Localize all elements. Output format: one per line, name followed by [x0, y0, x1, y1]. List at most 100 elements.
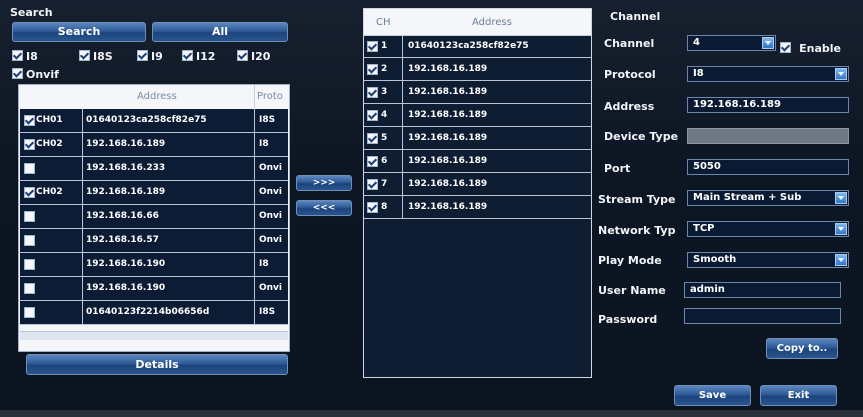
- address-input[interactable]: 192.168.16.189: [687, 97, 849, 113]
- protocol-filter-checkbox[interactable]: [12, 50, 23, 61]
- user-name-input[interactable]: admin: [684, 282, 841, 298]
- row-checkbox[interactable]: [24, 115, 35, 126]
- channel-row[interactable]: 2 192.168.16.189: [364, 58, 591, 81]
- row-address: 192.168.16.66: [86, 211, 159, 221]
- protocol-filter-2[interactable]: I9: [137, 45, 163, 64]
- row-checkbox[interactable]: [24, 139, 35, 150]
- protocol-filter-checkbox[interactable]: [137, 50, 148, 61]
- play-mode-select[interactable]: Smooth: [687, 252, 849, 268]
- row-divider: [254, 301, 255, 324]
- table-row[interactable]: 01640123f2214b06656d I8S: [20, 301, 288, 325]
- table-row[interactable]: 192.168.16.190 Onvi: [20, 277, 288, 301]
- table-row[interactable]: CH02 192.168.16.189 I8: [20, 133, 288, 157]
- port-input[interactable]: 5050: [687, 159, 849, 175]
- channel-row-checkbox[interactable]: [367, 64, 378, 75]
- channel-row[interactable]: 8 192.168.16.189: [364, 196, 591, 219]
- protocol-filter-3[interactable]: I12: [182, 45, 215, 64]
- channel-row[interactable]: 4 192.168.16.189: [364, 104, 591, 127]
- row-channel: [36, 229, 86, 252]
- row-divider: [82, 277, 83, 300]
- protocol-filter-checkbox[interactable]: [12, 68, 23, 79]
- channel-list: CH Address 1 01640123ca258cf82e75 2 192.168…: [363, 8, 592, 378]
- row-divider: [82, 301, 83, 324]
- channel-row-checkbox[interactable]: [367, 202, 378, 213]
- save-button[interactable]: Save: [674, 385, 751, 406]
- channel-row[interactable]: 6 192.168.16.189: [364, 150, 591, 173]
- all-button[interactable]: All: [152, 22, 288, 42]
- channel-row-checkbox[interactable]: [367, 41, 378, 52]
- remove-from-channel-button[interactable]: <<<: [296, 200, 352, 216]
- protocol-filter-checkbox[interactable]: [237, 50, 248, 61]
- row-address: 192.168.16.189: [86, 187, 166, 197]
- chevron-down-icon: [835, 68, 847, 80]
- row-channel: [36, 157, 86, 180]
- row-checkbox[interactable]: [24, 163, 35, 174]
- protocol-filter-4[interactable]: I20: [237, 45, 271, 64]
- protocol-filter-5[interactable]: Onvif: [12, 63, 59, 82]
- channel-select[interactable]: 4: [687, 35, 776, 51]
- channel-row[interactable]: 1 01640123ca258cf82e75: [364, 35, 591, 58]
- search-button[interactable]: Search: [12, 22, 146, 42]
- channel-row-checkbox[interactable]: [367, 156, 378, 167]
- row-divider: [82, 253, 83, 276]
- channel-row-number: 1: [381, 41, 388, 51]
- row-checkbox[interactable]: [24, 235, 35, 246]
- channel-row-number: 4: [381, 110, 388, 120]
- add-to-channel-button[interactable]: >>>: [296, 175, 352, 191]
- network-type-select[interactable]: TCP: [687, 221, 849, 237]
- row-channel: CH02: [36, 187, 63, 197]
- password-input[interactable]: [684, 308, 841, 324]
- row-divider: [402, 150, 403, 172]
- results-scrollbar[interactable]: [20, 331, 288, 340]
- stream-type-select[interactable]: Main Stream + Sub: [687, 190, 849, 206]
- play-mode-label: Play Mode: [598, 254, 662, 267]
- channel-row-number: 8: [381, 202, 388, 212]
- table-row[interactable]: 192.168.16.190 I8: [20, 253, 288, 277]
- row-divider: [402, 35, 403, 57]
- details-button[interactable]: Details: [26, 354, 288, 375]
- device-type-field: [687, 128, 849, 144]
- row-protocol: Onvi: [259, 187, 283, 197]
- channel-row-address: 01640123ca258cf82e75: [408, 41, 529, 51]
- protocol-select[interactable]: I8: [687, 66, 849, 82]
- channel-row-checkbox[interactable]: [367, 87, 378, 98]
- row-checkbox[interactable]: [24, 283, 35, 294]
- channel-header-ch: CH: [376, 17, 391, 28]
- row-address: 01640123ca258cf82e75: [86, 115, 207, 125]
- copy-to-button[interactable]: Copy to..: [766, 338, 838, 359]
- protocol-filter-checkbox[interactable]: [79, 50, 90, 61]
- protocol-filter-0[interactable]: I8: [12, 45, 38, 64]
- results-header-protocol: Proto: [257, 91, 283, 102]
- protocol-filter-1[interactable]: I8S: [79, 45, 113, 64]
- enable-label: Enable: [799, 42, 841, 55]
- exit-button[interactable]: Exit: [760, 385, 837, 406]
- row-channel: CH02: [36, 139, 63, 149]
- table-row[interactable]: 192.168.16.57 Onvi: [20, 229, 288, 253]
- channel-row-checkbox[interactable]: [367, 133, 378, 144]
- protocol-filter-label: I8: [26, 50, 38, 63]
- enable-toggle[interactable]: Enable: [780, 37, 841, 56]
- channel-row[interactable]: 3 192.168.16.189: [364, 81, 591, 104]
- row-checkbox[interactable]: [24, 211, 35, 222]
- channel-row-address: 192.168.16.189: [408, 133, 488, 143]
- row-checkbox[interactable]: [24, 187, 35, 198]
- row-address: 192.168.16.190: [86, 259, 166, 269]
- channel-row-checkbox[interactable]: [367, 110, 378, 121]
- row-checkbox[interactable]: [24, 259, 35, 270]
- table-row[interactable]: 192.168.16.66 Onvi: [20, 205, 288, 229]
- protocol-filter-label: I20: [251, 50, 271, 63]
- enable-checkbox[interactable]: [780, 42, 791, 53]
- channel-row-checkbox[interactable]: [367, 179, 378, 190]
- channel-row[interactable]: 5 192.168.16.189: [364, 127, 591, 150]
- row-divider: [254, 109, 255, 132]
- row-divider: [82, 181, 83, 204]
- search-results-table: Address Proto CH01 01640123ca258cf82e75 I8…: [18, 84, 290, 352]
- channel-row[interactable]: 7 192.168.16.189: [364, 173, 591, 196]
- row-checkbox[interactable]: [24, 307, 35, 318]
- table-row[interactable]: CH01 01640123ca258cf82e75 I8S: [20, 109, 288, 133]
- row-divider: [254, 157, 255, 180]
- table-row[interactable]: 192.168.16.233 Onvi: [20, 157, 288, 181]
- protocol-filter-checkbox[interactable]: [182, 50, 193, 61]
- table-row[interactable]: CH02 192.168.16.189 Onvi: [20, 181, 288, 205]
- address-label: Address: [604, 100, 655, 113]
